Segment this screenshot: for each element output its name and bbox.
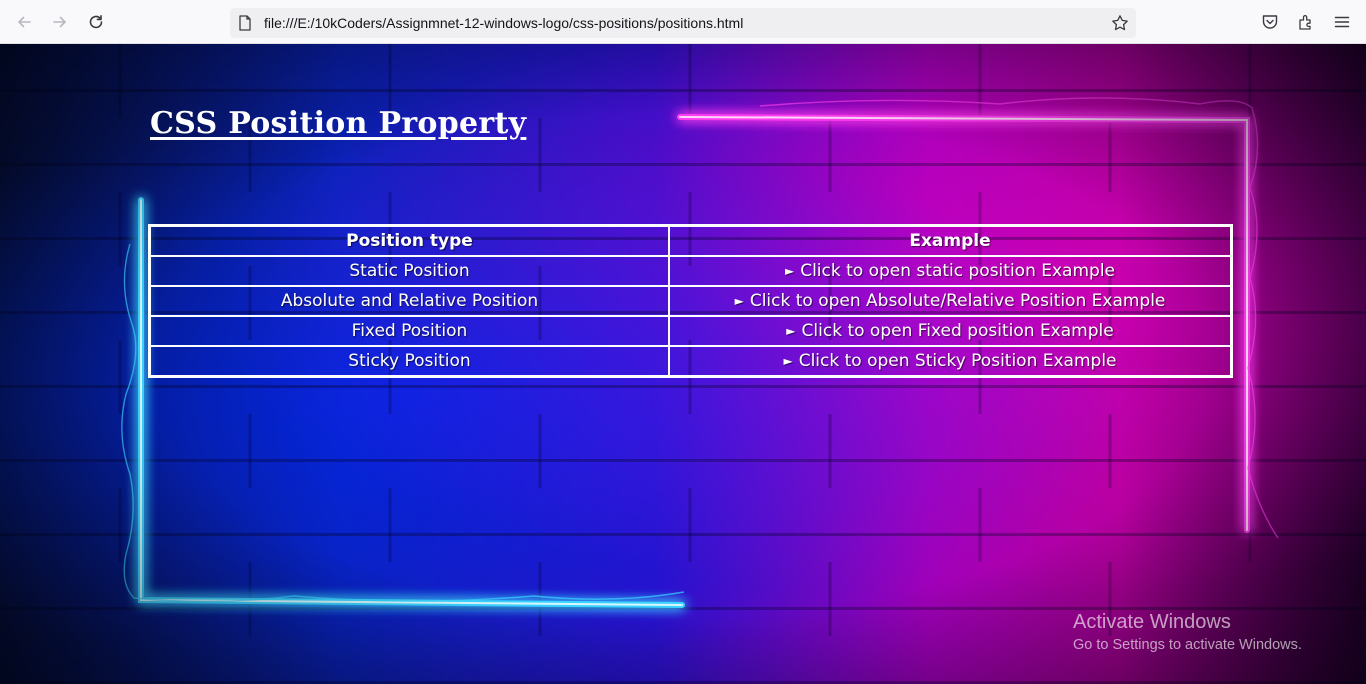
watermark-subtitle: Go to Settings to activate Windows. <box>1073 637 1302 653</box>
back-icon <box>18 16 31 28</box>
example-link-label: Click to open Sticky Position Example <box>798 351 1117 371</box>
url-text: file:///E:/10kCoders/Assignmnet-12-windo… <box>264 15 744 31</box>
url-bar[interactable]: file:///E:/10kCoders/Assignmnet-12-windo… <box>230 8 1136 38</box>
table-row: Fixed Position ► Click to open Fixed posi… <box>150 316 1231 346</box>
watermark-title: Activate Windows <box>1073 611 1231 633</box>
activate-windows-watermark: Activate Windows Go to Settings to activ… <box>1073 610 1302 656</box>
example-disclosure[interactable]: ► Click to open static position Example <box>669 256 1231 286</box>
browser-toolbar: file:///E:/10kCoders/Assignmnet-12-windo… <box>0 0 1366 44</box>
disclosure-triangle-icon: ► <box>784 264 795 278</box>
table-row: Absolute and Relative Position ► Click to… <box>150 286 1231 316</box>
page-icon <box>239 15 251 31</box>
positions-table: Position type Example Static Position ► C… <box>148 224 1233 378</box>
table-row: Static Position ► Click to open static po… <box>150 256 1231 286</box>
disclosure-triangle-icon: ► <box>786 324 796 338</box>
pocket-icon[interactable] <box>1261 13 1279 31</box>
forward-icon <box>53 16 66 28</box>
menu-icon[interactable] <box>1333 13 1351 31</box>
reload-icon <box>89 15 103 29</box>
page-title: CSS Position Property <box>150 106 527 141</box>
bookmark-star-icon[interactable] <box>1111 14 1129 32</box>
position-type-cell: Static Position <box>150 256 669 286</box>
disclosure-triangle-icon: ► <box>734 294 744 308</box>
back-button[interactable] <box>11 9 37 35</box>
position-type-cell: Fixed Position <box>150 316 669 346</box>
example-disclosure[interactable]: ► Click to open Fixed position Example <box>669 316 1231 346</box>
example-disclosure[interactable]: ► Click to open Absolute/Relative Positio… <box>669 286 1231 316</box>
example-link-label: Click to open Fixed position Example <box>801 321 1114 341</box>
header-position-type: Position type <box>150 226 669 256</box>
forward-button[interactable] <box>47 9 73 35</box>
page-viewport: CSS Position Property Position type Exam… <box>0 44 1366 684</box>
position-type-cell: Absolute and Relative Position <box>150 286 669 316</box>
header-example: Example <box>669 226 1231 256</box>
extensions-icon[interactable] <box>1297 13 1315 31</box>
table-row: Sticky Position ► Click to open Sticky Po… <box>150 346 1231 376</box>
example-link-label: Click to open static position Example <box>800 261 1116 281</box>
position-type-cell: Sticky Position <box>150 346 669 376</box>
table-header-row: Position type Example <box>150 226 1231 256</box>
disclosure-triangle-icon: ► <box>783 354 793 368</box>
reload-button[interactable] <box>83 9 109 35</box>
example-disclosure[interactable]: ► Click to open Sticky Position Example <box>669 346 1231 376</box>
example-link-label: Click to open Absolute/Relative Position… <box>749 291 1166 311</box>
